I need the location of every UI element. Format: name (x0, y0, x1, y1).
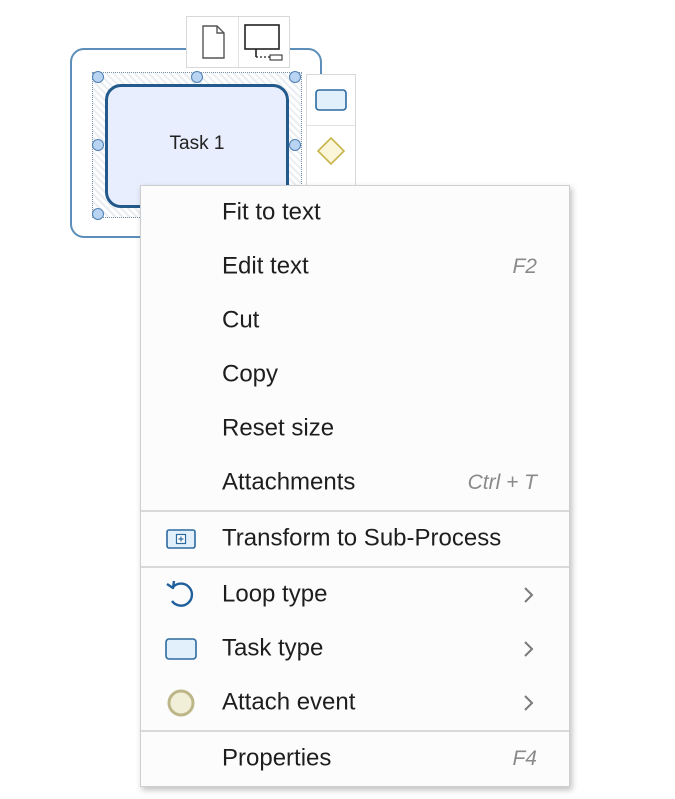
menu-item-loop-type[interactable]: Loop type (141, 568, 569, 622)
menu-item-attach-event[interactable]: Attach event (141, 676, 569, 730)
task-rectangle-icon (163, 631, 199, 667)
menu-item-properties[interactable]: Properties F4 (141, 732, 569, 786)
shortcut-hint: F4 (512, 747, 537, 770)
resize-handle-top-left[interactable] (92, 71, 104, 83)
chevron-right-icon (524, 695, 534, 711)
task-rectangle-icon (315, 89, 347, 111)
menu-item-copy[interactable]: Copy (141, 348, 569, 402)
append-task-button[interactable] (307, 75, 355, 125)
menu-item-edit-text[interactable]: Edit text F2 (141, 240, 569, 294)
element-side-palette (306, 74, 356, 186)
menu-item-label: Attach event (222, 688, 356, 716)
canvas[interactable]: Task 1 Fit to text Edit text F2 Cut Copy… (0, 0, 675, 799)
resize-handle-top[interactable] (191, 71, 203, 83)
event-circle-icon (163, 685, 199, 721)
menu-item-fit-to-text[interactable]: Fit to text (141, 186, 569, 240)
menu-item-label: Attachments (222, 468, 356, 496)
menu-item-cut[interactable]: Cut (141, 294, 569, 348)
menu-item-label: Properties (222, 744, 332, 772)
menu-item-label: Cut (222, 306, 260, 334)
add-annotation-button[interactable] (187, 17, 238, 67)
resize-handle-left[interactable] (92, 139, 104, 151)
menu-item-label: Fit to text (222, 198, 321, 226)
add-connected-task-button[interactable] (238, 17, 289, 67)
element-top-toolbar (186, 16, 290, 68)
menu-item-attachments[interactable]: Attachments Ctrl + T (141, 456, 569, 510)
gateway-diamond-icon (316, 136, 346, 165)
menu-item-label: Reset size (222, 414, 335, 442)
chevron-right-icon (524, 587, 534, 603)
menu-item-label: Edit text (222, 252, 309, 280)
resize-handle-top-right[interactable] (289, 71, 301, 83)
task-connector-icon (244, 24, 283, 61)
menu-item-label: Transform to Sub-Process (222, 524, 502, 552)
resize-handle-right[interactable] (289, 139, 301, 151)
subprocess-icon (163, 521, 199, 557)
menu-item-label: Copy (222, 360, 279, 388)
context-menu: Fit to text Edit text F2 Cut Copy Reset … (140, 185, 570, 787)
task-label: Task 1 (169, 133, 225, 154)
menu-item-label: Loop type (222, 580, 328, 608)
shortcut-hint: F2 (512, 255, 537, 278)
menu-item-reset-size[interactable]: Reset size (141, 402, 569, 456)
menu-item-transform-to-subprocess[interactable]: Transform to Sub-Process (141, 512, 569, 566)
menu-item-task-type[interactable]: Task type (141, 622, 569, 676)
annotation-page-icon (201, 25, 225, 59)
append-gateway-button[interactable] (307, 125, 355, 175)
menu-item-label: Task type (222, 634, 324, 662)
shortcut-hint: Ctrl + T (467, 471, 537, 494)
resize-handle-bottom-left[interactable] (92, 208, 104, 220)
chevron-right-icon (524, 641, 534, 657)
loop-arrow-icon (163, 577, 199, 613)
